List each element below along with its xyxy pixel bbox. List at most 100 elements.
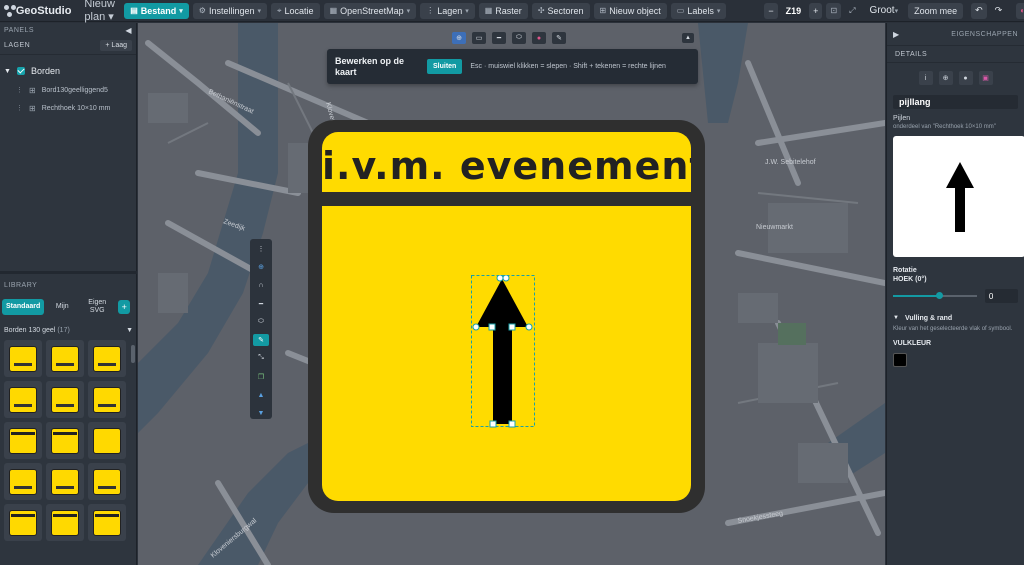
library-group-header[interactable]: Borden 130 geel (17) ▼: [0, 323, 137, 338]
expand-triangle-icon[interactable]: ▼: [4, 68, 11, 75]
library-thumb[interactable]: [4, 504, 42, 541]
zoom-in-button[interactable]: +: [809, 2, 823, 19]
tab-standaard[interactable]: Standaard: [2, 299, 45, 315]
arrow-symbol[interactable]: [471, 275, 535, 428]
ellipse-tool-icon[interactable]: ⬭: [512, 32, 526, 44]
object-name-input[interactable]: pijllang: [893, 95, 1018, 109]
undo-button[interactable]: ↶: [971, 2, 987, 19]
close-edit-button[interactable]: Sluiten: [427, 59, 463, 74]
library-thumb[interactable]: [88, 422, 126, 459]
edit-hint: Esc · muiswiel klikken = slepen · Shift …: [470, 62, 666, 70]
angle-input[interactable]: 0: [984, 289, 1018, 303]
pencil-tool-icon[interactable]: ✎: [253, 334, 269, 346]
redo-button[interactable]: ↷: [991, 3, 1007, 19]
info-icon[interactable]: i: [918, 71, 933, 85]
zoom-tool-icon[interactable]: ⊕: [452, 32, 466, 44]
library-thumb[interactable]: [46, 422, 84, 459]
expand-triangle-icon: ▼: [893, 315, 899, 321]
fill-hint: Kleur van het geselecteerde vlak of symb…: [893, 326, 1013, 332]
drag-handle-icon[interactable]: ⋮: [16, 104, 23, 112]
drag-handle-icon[interactable]: ⋮: [16, 86, 23, 94]
library-thumb[interactable]: [46, 504, 84, 541]
control-point[interactable]: [502, 275, 510, 282]
chevron-down-icon: ▾: [716, 7, 721, 15]
drag-handle-icon[interactable]: ⋮: [253, 243, 269, 254]
map-canvas[interactable]: Bethaniënstraat Kloveniersburgwal Zeedij…: [138, 23, 885, 565]
library-thumb[interactable]: [46, 381, 84, 418]
zoom-mee-button[interactable]: Zoom mee: [908, 2, 964, 19]
grid-icon: ⊞: [29, 103, 36, 113]
labels-menu-button[interactable]: ▭ Labels ▾: [670, 2, 727, 19]
control-point[interactable]: [508, 323, 516, 331]
layers-icon: ⋮: [426, 6, 435, 15]
file-icon: ▤: [130, 6, 138, 15]
collapse-right-icon[interactable]: ▶: [893, 30, 900, 39]
line-tool-icon[interactable]: ━: [492, 32, 506, 44]
rectangle-tool-icon[interactable]: ▭: [472, 32, 486, 44]
tab-mijn[interactable]: Mijn: [48, 299, 76, 315]
library-thumb[interactable]: [46, 463, 84, 500]
basemap-select[interactable]: ▦ OpenStreetMap ▾: [323, 2, 417, 19]
arc-tool-icon[interactable]: ∩: [253, 280, 269, 291]
layer-item[interactable]: ⋮ ⊞ Rechthoek 10×10 mm: [0, 99, 136, 117]
panel-divider[interactable]: [0, 271, 137, 274]
zoom-out-button[interactable]: −: [764, 2, 778, 19]
layer-visibility-checkbox[interactable]: [16, 67, 25, 75]
sectors-icon: ✣: [537, 6, 545, 15]
library-thumb[interactable]: [4, 422, 42, 459]
control-point[interactable]: [489, 420, 497, 428]
library-thumb[interactable]: [88, 463, 126, 500]
library-scrollbar[interactable]: [131, 345, 135, 363]
slider-knob[interactable]: [935, 292, 943, 299]
angle-label: HOEK (0°): [893, 276, 927, 283]
collapse-left-icon[interactable]: ◀: [125, 26, 132, 35]
shape-tool-row: ⊕ ▭ ━ ⬭ ● ✎: [452, 32, 566, 44]
layer-up-icon[interactable]: ▲: [253, 389, 269, 400]
library-thumb[interactable]: [88, 340, 126, 377]
control-point[interactable]: [488, 323, 496, 331]
control-point[interactable]: [496, 275, 504, 282]
comment-icon[interactable]: ●: [958, 71, 973, 85]
library-thumb[interactable]: [88, 381, 126, 418]
fill-color-swatch[interactable]: [893, 353, 907, 367]
bestand-menu-button[interactable]: ▤ Bestand ▾: [124, 2, 189, 19]
zoom-tool-icon[interactable]: ⊕: [253, 261, 269, 272]
fit-button[interactable]: ⊡: [826, 2, 842, 19]
layer-icon[interactable]: ⊕: [938, 71, 953, 85]
add-layer-button[interactable]: + Laag: [100, 40, 132, 51]
library-thumb[interactable]: [4, 340, 42, 377]
raster-toggle[interactable]: ▦ Raster: [478, 2, 528, 19]
control-point[interactable]: [472, 323, 480, 331]
collapse-up-icon[interactable]: ▲: [682, 33, 694, 43]
library-thumb[interactable]: [4, 463, 42, 500]
move-tool-icon[interactable]: ⤡: [253, 353, 269, 364]
expand-button[interactable]: ⤢: [845, 3, 859, 19]
fill-section-header[interactable]: ▼ Vulling & rand: [887, 307, 1024, 324]
lagen-menu-button[interactable]: ⋮ Lagen ▾: [420, 2, 475, 19]
sign-text[interactable]: i.v.m. evenement: [322, 144, 691, 188]
pin-tool-icon[interactable]: ●: [532, 32, 546, 44]
line-tool-icon[interactable]: ━: [253, 298, 269, 309]
library-thumb[interactable]: [88, 504, 126, 541]
nieuw-object-button[interactable]: ⊞ Nieuw object: [593, 2, 667, 19]
ellipse-tool-icon[interactable]: ⬭: [253, 316, 269, 327]
layer-item[interactable]: ⋮ ⊞ Bord130geelliggend5: [0, 81, 136, 99]
instellingen-menu-button[interactable]: ⚙ Instellingen ▾: [192, 2, 268, 19]
locatie-button[interactable]: ⌖ Locatie: [271, 2, 320, 19]
save-icon[interactable]: ▣: [978, 71, 993, 85]
pencil-tool-icon[interactable]: ✎: [552, 32, 566, 44]
control-point[interactable]: [525, 323, 533, 331]
library-add-button[interactable]: +: [118, 300, 131, 314]
library-thumb[interactable]: [4, 381, 42, 418]
library-thumb[interactable]: [46, 340, 84, 377]
copy-tool-icon[interactable]: ❐: [253, 371, 269, 382]
sectoren-toggle[interactable]: ✣ Sectoren: [531, 2, 590, 19]
size-select[interactable]: Groot ▾: [864, 3, 905, 19]
layer-group-borden[interactable]: ▼ Borden: [0, 61, 136, 81]
rotation-slider[interactable]: [893, 292, 977, 299]
theme-button[interactable]: ◐: [1016, 2, 1024, 19]
tab-eigen-svg[interactable]: Eigen SVG: [80, 295, 114, 319]
control-point[interactable]: [508, 420, 516, 428]
layer-down-icon[interactable]: ▼: [253, 408, 269, 419]
plan-name-menu[interactable]: Nieuw plan ▾: [84, 0, 120, 23]
